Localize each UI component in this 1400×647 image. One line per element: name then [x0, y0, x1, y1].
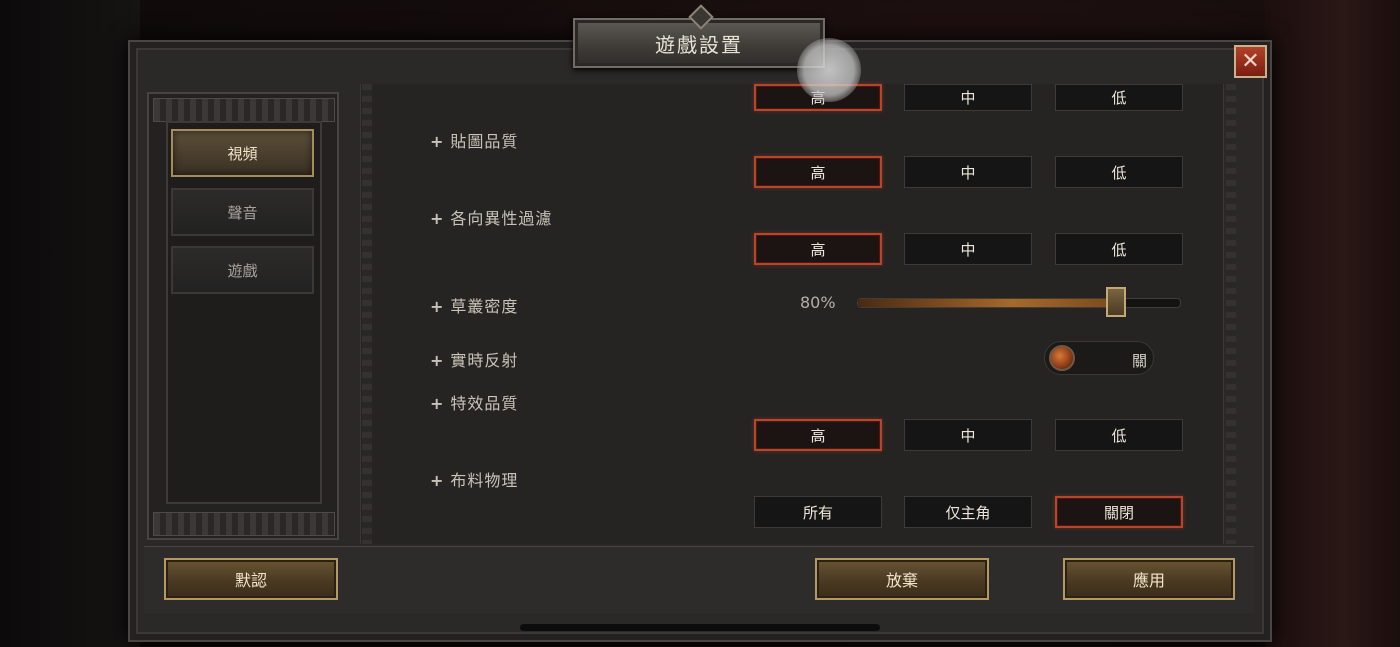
- anisotropic-filtering-high[interactable]: 高: [754, 233, 882, 265]
- plus-icon: +: [430, 394, 445, 413]
- option-label: 中: [960, 89, 976, 107]
- texture-quality-medium[interactable]: 中: [904, 156, 1032, 188]
- cloth-physics-label: + 布料物理: [430, 467, 518, 491]
- discard-button-label: 放棄: [885, 571, 918, 590]
- background-left: [0, 0, 140, 647]
- home-indicator[interactable]: [520, 624, 880, 631]
- realtime-reflection-label: + 實時反射: [430, 347, 518, 371]
- option-label: 低: [1111, 240, 1127, 259]
- option-label: 高: [810, 163, 826, 182]
- close-icon: ✕: [1241, 48, 1260, 74]
- sidebar-top-ornament: [153, 98, 335, 122]
- plus-icon: +: [430, 351, 445, 370]
- plus-icon: +: [430, 297, 445, 316]
- setting-label-text: 布料物理: [450, 471, 519, 490]
- effects-quality-medium[interactable]: 中: [904, 419, 1032, 451]
- tab-audio[interactable]: 聲音: [171, 188, 314, 236]
- option-label: 關閉: [1103, 503, 1134, 522]
- default-button-label: 默認: [234, 571, 267, 590]
- sidebar-bottom-ornament: [153, 512, 335, 536]
- window-title: 遊戲設置: [655, 32, 743, 57]
- toggle-state-label: 關: [1131, 352, 1147, 370]
- texture-quality-low[interactable]: 低: [1055, 156, 1183, 188]
- setting-label-text: 實時反射: [450, 351, 519, 370]
- anisotropic-filtering-label: + 各向異性過濾: [430, 205, 552, 229]
- foliage-density-value: 80%: [800, 293, 836, 312]
- setting-label-text: 特效品質: [450, 394, 519, 413]
- effects-quality-label: + 特效品質: [430, 390, 518, 414]
- anisotropic-filtering-medium[interactable]: 中: [904, 233, 1032, 265]
- option-label: 高: [810, 426, 826, 445]
- background-right: [1265, 0, 1400, 647]
- plus-icon: +: [430, 209, 445, 228]
- texture-quality-high[interactable]: 高: [754, 156, 882, 188]
- realtime-reflection-toggle[interactable]: 關: [1044, 341, 1154, 375]
- plus-icon: +: [430, 132, 445, 151]
- tab-audio-label: 聲音: [227, 203, 258, 222]
- cloth-physics-all[interactable]: 所有: [754, 496, 882, 528]
- plus-icon: +: [430, 471, 445, 490]
- discard-button[interactable]: 放棄: [815, 558, 989, 600]
- option-label: 中: [960, 240, 976, 259]
- touch-indicator: [797, 38, 861, 102]
- option-label: 仅主角: [945, 503, 991, 522]
- option-label: 所有: [802, 503, 833, 522]
- content-right-rail: [1226, 84, 1236, 544]
- top-option-low[interactable]: 低: [1055, 84, 1183, 111]
- content-left-rail: [362, 84, 372, 544]
- apply-button[interactable]: 應用: [1063, 558, 1235, 600]
- tab-game-label: 遊戲: [227, 261, 258, 280]
- foliage-density-slider[interactable]: [857, 287, 1181, 317]
- slider-fill: [858, 299, 1116, 307]
- setting-label-text: 草叢密度: [450, 297, 519, 316]
- tab-game[interactable]: 遊戲: [171, 246, 314, 294]
- foliage-density-label: + 草叢密度: [430, 293, 518, 317]
- cloth-physics-off[interactable]: 關閉: [1055, 496, 1183, 528]
- option-label: 低: [1111, 163, 1127, 182]
- tab-video[interactable]: 視頻: [171, 129, 314, 177]
- tab-video-label: 視頻: [227, 144, 258, 163]
- top-option-medium[interactable]: 中: [904, 84, 1032, 111]
- texture-quality-label: + 貼圖品質: [430, 128, 518, 152]
- option-label: 低: [1111, 426, 1127, 445]
- option-label: 中: [960, 163, 976, 182]
- option-label: 中: [960, 426, 976, 445]
- setting-label-text: 各向異性過濾: [450, 209, 553, 228]
- close-button[interactable]: ✕: [1234, 45, 1267, 78]
- option-label: 低: [1111, 89, 1127, 107]
- setting-label-text: 貼圖品質: [450, 132, 519, 151]
- default-button[interactable]: 默認: [164, 558, 338, 600]
- anisotropic-filtering-low[interactable]: 低: [1055, 233, 1183, 265]
- sidebar-inner-panel: [166, 121, 322, 504]
- toggle-knob-icon: [1049, 345, 1075, 371]
- effects-quality-high[interactable]: 高: [754, 419, 882, 451]
- effects-quality-low[interactable]: 低: [1055, 419, 1183, 451]
- cloth-physics-main-only[interactable]: 仅主角: [904, 496, 1032, 528]
- option-label: 高: [810, 240, 826, 259]
- slider-handle[interactable]: [1105, 287, 1126, 317]
- apply-button-label: 應用: [1132, 571, 1165, 590]
